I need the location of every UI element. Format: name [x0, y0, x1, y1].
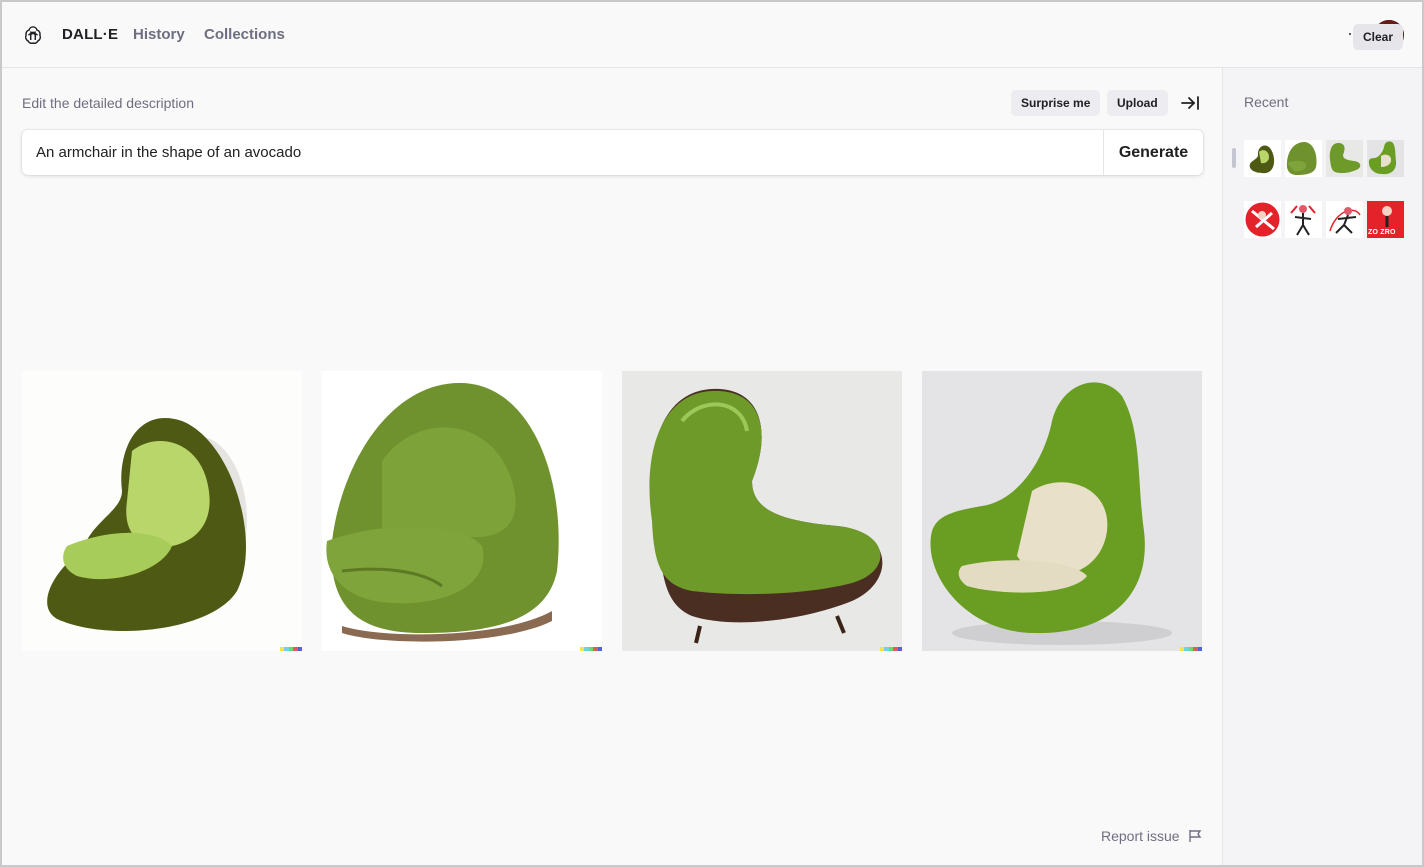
nav-history[interactable]: History	[133, 26, 185, 43]
recent-thumbnail[interactable]	[1326, 201, 1363, 238]
image-signature	[880, 647, 902, 651]
result-image[interactable]	[22, 371, 302, 651]
flag-icon[interactable]	[1188, 829, 1202, 843]
app-window: DALL·E History Collections ··· Edit the …	[0, 0, 1424, 867]
nav-collections[interactable]: Collections	[204, 26, 285, 43]
prompt-input[interactable]	[36, 130, 1096, 175]
recent-label: Recent	[1244, 94, 1289, 110]
main-panel: Edit the detailed description Surprise m…	[2, 68, 1222, 865]
recent-thumbnail[interactable]	[1326, 140, 1363, 177]
upload-button[interactable]: Upload	[1107, 90, 1168, 116]
result-image[interactable]	[922, 371, 1202, 651]
recent-thumbnail[interactable]	[1244, 140, 1281, 177]
thumbnail-caption: ZO ZRO	[1368, 229, 1396, 236]
image-signature	[1180, 647, 1202, 651]
results-grid	[22, 371, 1203, 651]
recent-thumbnail[interactable]	[1244, 201, 1281, 238]
recent-thumbnail[interactable]	[1285, 140, 1322, 177]
recent-thumbnail[interactable]	[1285, 201, 1322, 238]
sidebar-scrollbar[interactable]	[1232, 148, 1236, 168]
generate-button[interactable]: Generate	[1103, 130, 1203, 175]
openai-logo-icon[interactable]	[22, 24, 44, 46]
collapse-sidebar-icon[interactable]	[1180, 93, 1200, 113]
surprise-me-button[interactable]: Surprise me	[1011, 90, 1101, 116]
result-image[interactable]	[322, 371, 602, 651]
report-issue-link[interactable]: Report issue	[1101, 828, 1180, 844]
prompt-label: Edit the detailed description	[22, 95, 194, 111]
brand-link[interactable]: DALL·E	[62, 26, 118, 43]
image-signature	[580, 647, 602, 651]
prompt-bar: Generate	[22, 130, 1203, 175]
recent-thumbnail[interactable]	[1367, 140, 1404, 177]
top-nav: DALL·E History Collections ···	[2, 2, 1422, 68]
result-image[interactable]	[622, 371, 902, 651]
recent-sidebar: Recent ZO ZRO	[1222, 68, 1422, 865]
recent-thumbnail[interactable]: ZO ZRO	[1367, 201, 1404, 238]
clear-button[interactable]: Clear	[1353, 24, 1404, 50]
image-signature	[280, 647, 302, 651]
